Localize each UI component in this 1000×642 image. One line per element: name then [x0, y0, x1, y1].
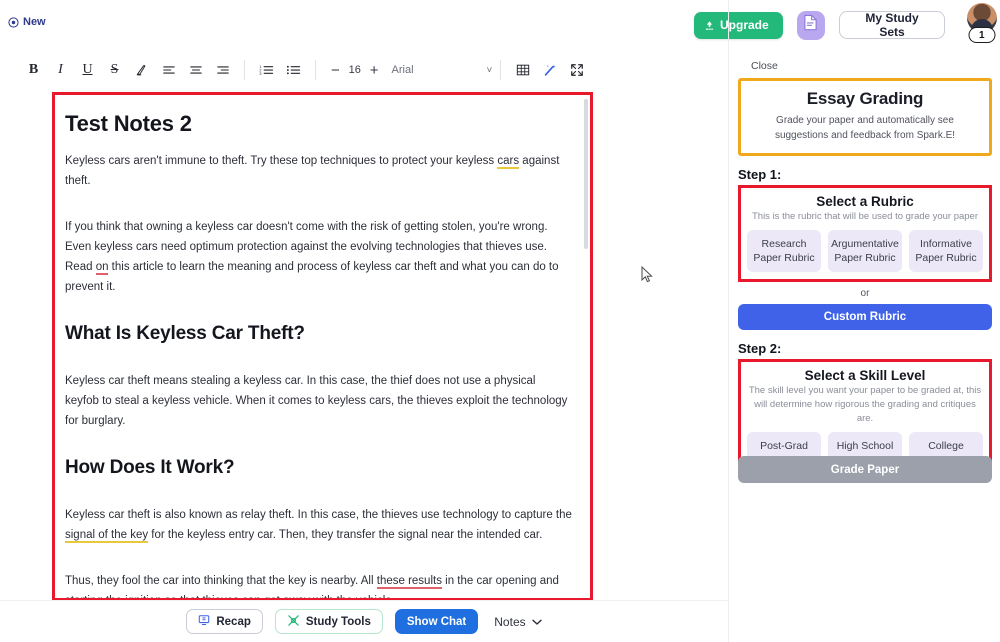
- document-spacer: [65, 479, 572, 505]
- rubric-option-research[interactable]: Research Paper Rubric: [747, 230, 821, 272]
- document-body[interactable]: Keyless cars aren't immune to theft. Try…: [65, 151, 572, 598]
- magic-wand-icon[interactable]: [536, 57, 563, 83]
- study-tools-icon: [287, 614, 300, 630]
- avatar-badge: 1: [968, 27, 996, 43]
- step-2-label: Step 2:: [738, 341, 782, 356]
- editor-toolbar: B I U S 123 − 16 + Arial ˅: [0, 52, 597, 88]
- toolbar-divider-3: [500, 60, 502, 80]
- mouse-cursor: [641, 265, 654, 289]
- align-center-icon[interactable]: [182, 57, 209, 83]
- bullet-list-icon[interactable]: [280, 57, 307, 83]
- document-paragraph: Keyless cars aren't immune to theft. Try…: [65, 155, 560, 187]
- rubric-option-informative[interactable]: Informative Paper Rubric: [909, 230, 983, 272]
- toolbar-divider: [244, 60, 245, 80]
- new-button-label: New: [23, 16, 46, 28]
- font-family-select[interactable]: Arial: [392, 64, 487, 76]
- ordered-list-icon[interactable]: 123: [253, 57, 280, 83]
- avatar[interactable]: 1: [963, 3, 1000, 47]
- underline-button[interactable]: U: [74, 57, 101, 83]
- essay-grading-header: Essay Grading Grade your paper and autom…: [738, 78, 992, 156]
- rubric-description: This is the rubric that will be used to …: [751, 211, 978, 222]
- recap-label: Recap: [216, 615, 251, 628]
- strikethrough-button[interactable]: S: [101, 57, 128, 83]
- rubric-options: Research Paper Rubric Argumentative Pape…: [747, 230, 983, 272]
- document-paragraph: Thus, they fool the car into thinking th…: [65, 575, 559, 598]
- document-editor[interactable]: Test Notes 2 Keyless cars aren't immune …: [55, 95, 590, 598]
- document-paragraph: Keyless car theft means stealing a keyle…: [65, 375, 568, 427]
- italic-button[interactable]: I: [47, 57, 74, 83]
- notes-label: Notes: [494, 614, 526, 629]
- align-right-icon[interactable]: [209, 57, 236, 83]
- new-circle-icon: [8, 16, 19, 28]
- font-size-value[interactable]: 16: [347, 64, 363, 76]
- study-tools-button[interactable]: Study Tools: [274, 609, 383, 634]
- fullscreen-icon[interactable]: [563, 57, 590, 83]
- page-title: Test Notes 2: [65, 111, 192, 136]
- grade-paper-button[interactable]: Grade Paper: [738, 456, 992, 483]
- upgrade-button[interactable]: Upgrade: [694, 11, 783, 39]
- close-button[interactable]: Close: [744, 57, 785, 75]
- app-root: New Upgrade My Study Sets 1 B I U S 1 2 …: [0, 0, 1000, 642]
- document-heading: How Does It Work?: [65, 457, 235, 478]
- document-spacer: [65, 345, 572, 371]
- or-label: or: [860, 288, 870, 299]
- notes-dropdown[interactable]: Notes: [494, 614, 542, 629]
- document-paragraph: Keyless car theft is also known as relay…: [65, 509, 572, 543]
- panel-divider: [728, 0, 729, 642]
- document-button[interactable]: [796, 10, 825, 40]
- toolbar-divider-2: [315, 60, 316, 80]
- rubric-option-argumentative[interactable]: Argumentative Paper Rubric: [828, 230, 902, 272]
- bold-button[interactable]: B: [20, 57, 47, 83]
- show-chat-button[interactable]: Show Chat: [394, 609, 479, 634]
- document-paragraph: If you think that owning a keyless car d…: [65, 221, 559, 293]
- recap-icon: [198, 614, 210, 629]
- recap-button[interactable]: Recap: [186, 609, 263, 634]
- decrease-font-size-button[interactable]: −: [324, 62, 347, 79]
- show-chat-label: Show Chat: [406, 615, 467, 628]
- chevron-down-icon: [531, 615, 542, 629]
- upload-icon: [704, 20, 715, 31]
- document-heading: What Is Keyless Car Theft?: [65, 323, 305, 344]
- custom-rubric-button[interactable]: Custom Rubric: [738, 304, 992, 330]
- essay-grading-title: Essay Grading: [806, 89, 924, 108]
- step-1-label: Step 1:: [738, 167, 782, 182]
- skill-description: The skill level you want your paper to b…: [748, 385, 982, 424]
- new-button[interactable]: New: [8, 16, 46, 28]
- rubric-title: Select a Rubric: [816, 194, 914, 209]
- svg-text:3: 3: [259, 72, 261, 76]
- essay-grading-panel: Close Essay Grading Grade your paper and…: [730, 56, 1000, 616]
- bottom-toolbar: Recap Study Tools Show Chat Notes: [0, 600, 728, 642]
- skill-title: Select a Skill Level: [804, 368, 926, 383]
- document-annotation-box: Test Notes 2 Keyless cars aren't immune …: [52, 92, 593, 601]
- essay-grading-subtitle: Grade your paper and automatically see s…: [774, 115, 956, 141]
- increase-font-size-button[interactable]: +: [363, 62, 386, 79]
- rubric-annotation-box: Select a Rubric This is the rubric that …: [738, 185, 992, 282]
- chevron-down-icon[interactable]: ˅: [487, 65, 493, 76]
- align-left-icon[interactable]: [155, 57, 182, 83]
- document-scrollbar[interactable]: [584, 99, 588, 249]
- skill-annotation-box: Select a Skill Level The skill level you…: [738, 359, 992, 470]
- table-icon[interactable]: [509, 57, 536, 83]
- study-tools-label: Study Tools: [305, 615, 371, 628]
- document-icon: [803, 14, 818, 36]
- my-study-sets-button[interactable]: My Study Sets: [838, 11, 946, 39]
- highlighter-icon[interactable]: [128, 57, 155, 83]
- my-study-sets-label: My Study Sets: [865, 11, 919, 39]
